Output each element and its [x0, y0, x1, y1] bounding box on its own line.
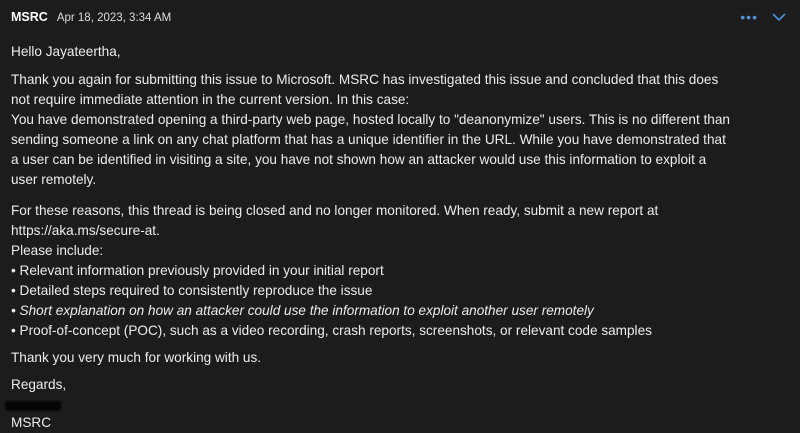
- ellipsis-icon[interactable]: •••: [740, 9, 758, 25]
- body-line: not require immediate attention in the c…: [11, 92, 410, 107]
- sender-name: MSRC: [11, 10, 48, 24]
- body-line: Please include:: [11, 243, 104, 258]
- message-header: MSRC Apr 18, 2023, 3:34 AM: [11, 10, 171, 24]
- body-line: user remotely.: [11, 172, 97, 187]
- body-line: For these reasons, this thread is being …: [11, 203, 659, 218]
- bullet-item: • Short explanation on how an attacker c…: [11, 303, 594, 318]
- body-line: a user can be identified in visiting a s…: [11, 152, 707, 167]
- body-line: You have demonstrated opening a third-pa…: [11, 112, 730, 127]
- greeting: Hello Jayateertha,: [11, 44, 121, 59]
- message-date: Apr 18, 2023, 3:34 AM: [56, 12, 172, 24]
- report-link: https://aka.ms/secure-at.: [11, 223, 160, 238]
- redaction-bar: [5, 401, 61, 411]
- chevron-down-icon[interactable]: [772, 12, 786, 22]
- body-line: sending someone a link on any chat platf…: [11, 132, 726, 147]
- signature: MSRC: [11, 415, 52, 430]
- message-actions: •••: [740, 9, 786, 25]
- bullet-item: • Relevant information previously provid…: [11, 263, 384, 278]
- bullet-item: • Detailed steps required to consistentl…: [11, 283, 373, 298]
- thanks-line: Thank you very much for working with us.: [11, 350, 262, 365]
- regards-line: Regards,: [11, 377, 67, 392]
- body-line: Thank you again for submitting this issu…: [11, 72, 719, 87]
- bullet-item: • Proof-of-concept (POC), such as a vide…: [11, 323, 652, 338]
